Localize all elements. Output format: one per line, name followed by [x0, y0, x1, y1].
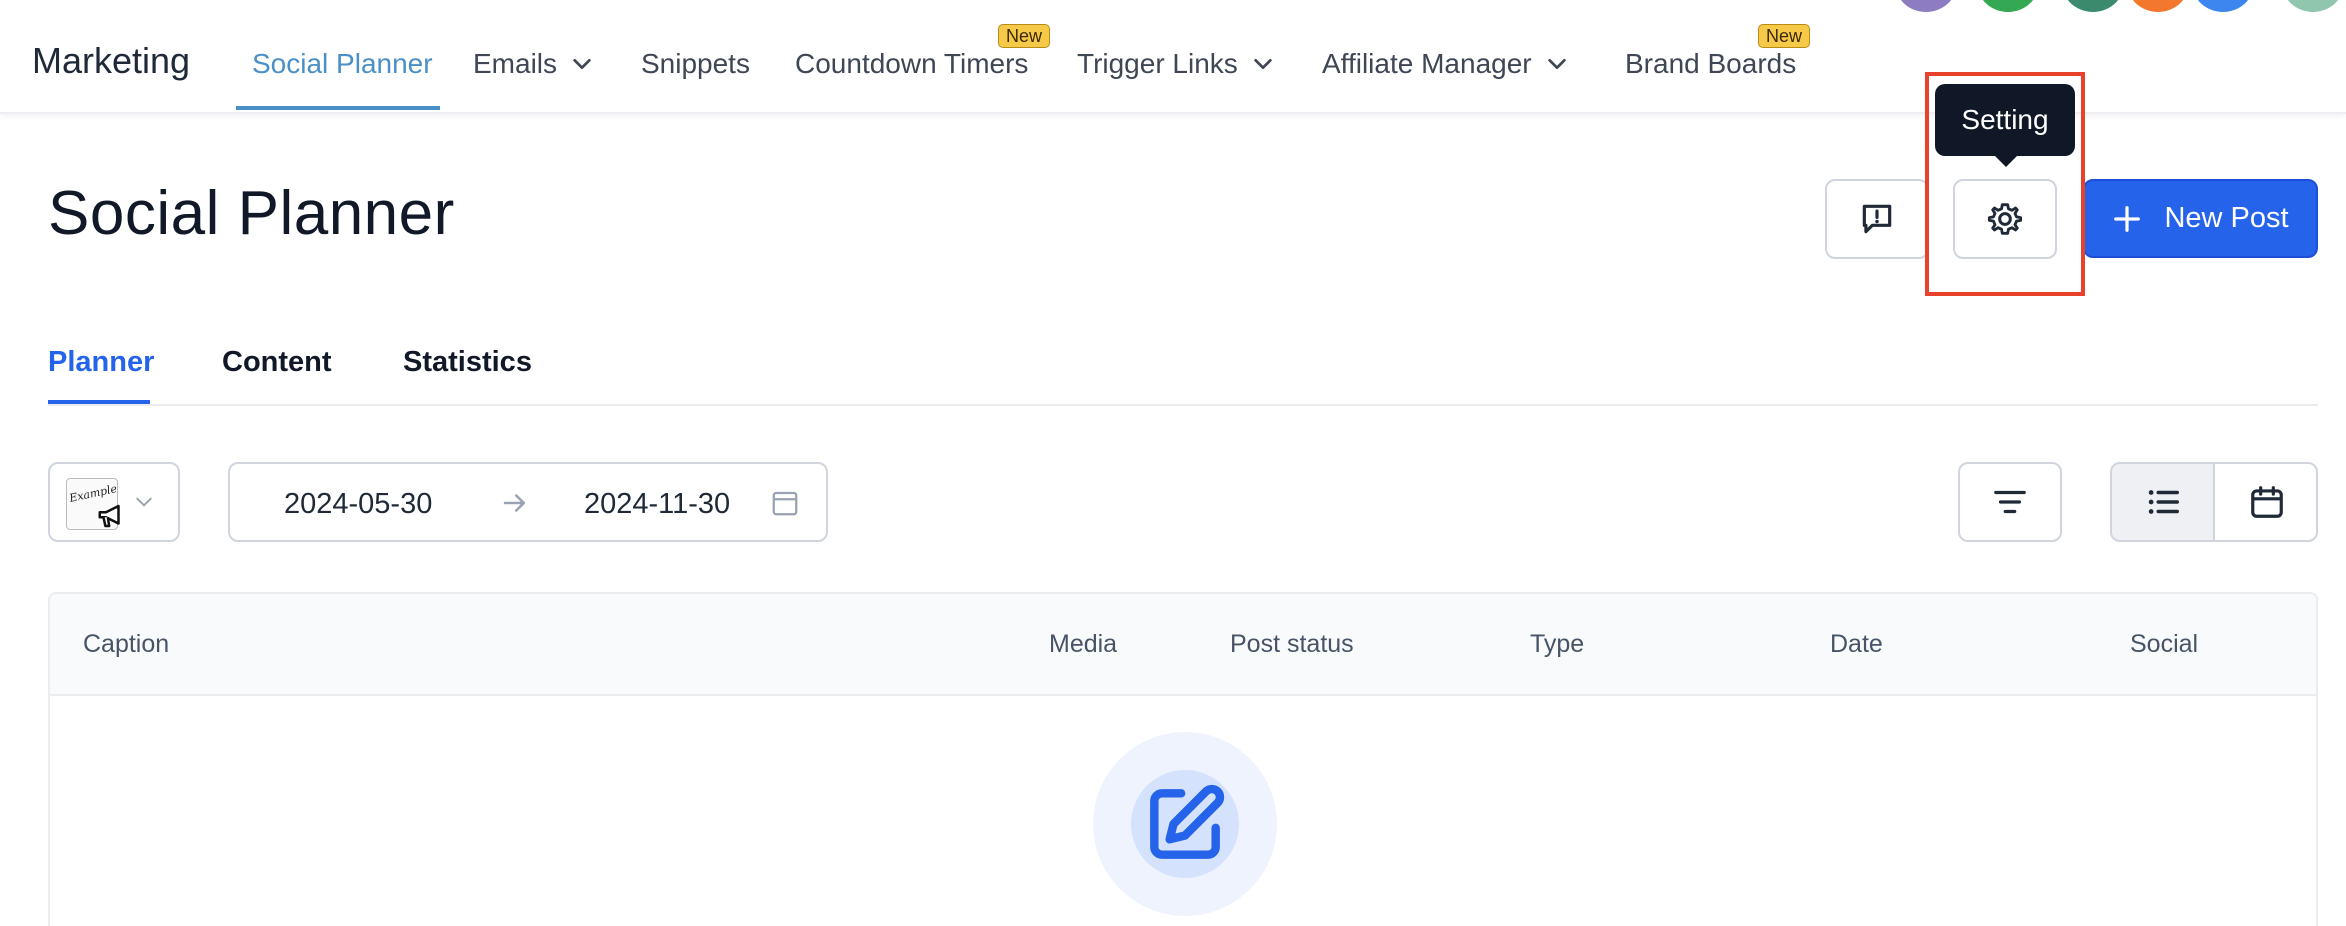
feedback-button[interactable] — [1825, 179, 1929, 259]
nav-item-social-planner[interactable]: Social Planner — [252, 48, 433, 80]
nav-item-snippets[interactable]: Snippets — [641, 48, 750, 80]
tabs-divider — [48, 404, 2318, 406]
date-range-picker[interactable]: 2024-05-30 2024-11-30 — [228, 462, 828, 542]
tab-active-underline — [48, 400, 150, 404]
avatar[interactable] — [2282, 0, 2344, 12]
column-header-caption[interactable]: Caption — [83, 630, 169, 659]
date-start-input[interactable]: 2024-05-30 — [284, 488, 432, 521]
column-header-media[interactable]: Media — [1049, 630, 1117, 659]
nav-item-affiliate-manager[interactable]: Affiliate Manager — [1322, 48, 1568, 80]
edit-icon — [1150, 784, 1225, 859]
feedback-icon — [1862, 204, 1892, 234]
nav-item-label: Affiliate Manager — [1322, 48, 1532, 79]
list-view-button[interactable] — [2112, 464, 2215, 540]
column-header-social[interactable]: Social — [2130, 630, 2198, 659]
tooltip-arrow — [1995, 156, 2017, 167]
avatar[interactable] — [1977, 0, 2039, 12]
plus-icon — [2114, 205, 2141, 232]
posts-table: Caption Media Post status Type Date Soci… — [48, 592, 2318, 926]
calendar-view-button[interactable] — [2215, 464, 2316, 540]
column-header-type[interactable]: Type — [1530, 630, 1584, 659]
chevron-down-icon — [1547, 58, 1566, 70]
list-icon — [2148, 490, 2179, 514]
chevron-down-icon — [136, 497, 152, 507]
filter-icon — [1994, 490, 2026, 514]
new-badge: New — [998, 24, 1051, 48]
calendar-icon — [2250, 486, 2283, 518]
new-badge: New — [1758, 24, 1811, 48]
avatar[interactable] — [1895, 0, 1957, 12]
nav-item-emails[interactable]: Emails — [473, 48, 593, 80]
column-header-post-status[interactable]: Post status — [1230, 630, 1354, 659]
arrow-right-icon — [503, 494, 525, 512]
account-select[interactable]: Example — [48, 462, 180, 542]
nav-item-brand-boards[interactable]: Brand Boards — [1625, 48, 1796, 80]
nav-active-underline — [236, 106, 440, 110]
brand-title: Marketing — [32, 40, 191, 81]
empty-state-illustration — [1093, 732, 1277, 916]
new-post-label: New Post — [2164, 202, 2289, 234]
new-post-button[interactable]: New Post — [2083, 179, 2318, 258]
nav-item-countdown-timers[interactable]: Countdown Timers — [795, 48, 1028, 80]
nav-item-label: Trigger Links — [1077, 48, 1238, 79]
page-title: Social Planner — [48, 179, 455, 248]
avatar[interactable] — [2062, 0, 2124, 12]
nav-item-label: Brand Boards — [1625, 48, 1797, 79]
nav-item-label: Emails — [473, 48, 558, 79]
nav-item-label: Snippets — [641, 48, 750, 79]
nav-item-label: Countdown Timers — [795, 48, 1029, 79]
tab-planner[interactable]: Planner — [48, 346, 154, 379]
nav-item-label: Social Planner — [252, 48, 433, 79]
chevron-down-icon — [1254, 58, 1272, 70]
tab-statistics[interactable]: Statistics — [403, 346, 532, 379]
table-header: Caption Media Post status Type Date Soci… — [50, 594, 2316, 696]
view-toggle — [2110, 462, 2318, 542]
filter-button[interactable] — [1958, 462, 2062, 542]
empty-state-inner — [1131, 770, 1239, 878]
settings-tooltip: Setting — [1935, 84, 2075, 156]
chevron-down-icon — [573, 58, 591, 70]
nav-item-trigger-links[interactable]: Trigger Links — [1077, 48, 1274, 80]
calendar-icon — [772, 491, 798, 516]
avatar[interactable] — [2127, 0, 2189, 12]
megaphone-icon — [98, 504, 120, 528]
tab-content[interactable]: Content — [222, 346, 332, 379]
date-end-input[interactable]: 2024-11-30 — [584, 488, 730, 521]
avatar[interactable] — [2192, 0, 2254, 12]
column-header-date[interactable]: Date — [1830, 630, 1883, 659]
